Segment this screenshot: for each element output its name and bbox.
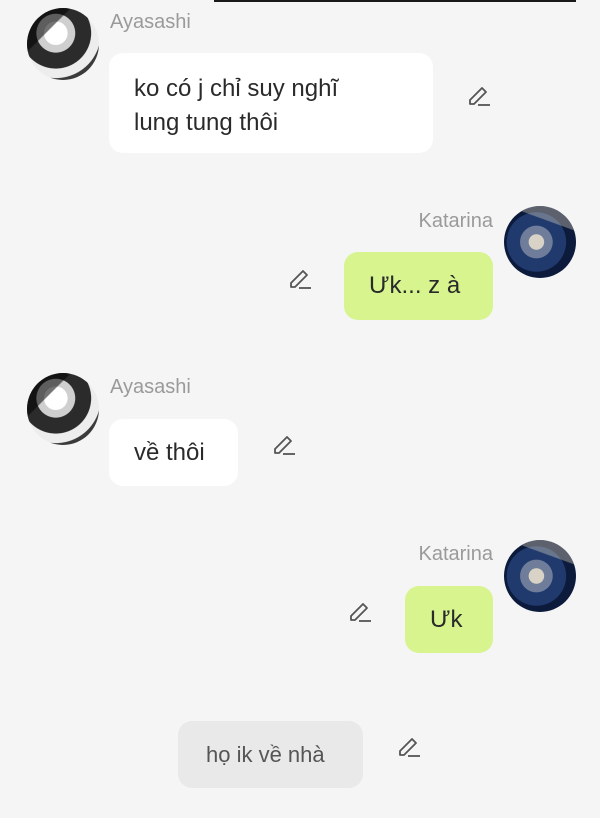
sender-name: Katarina [418, 543, 494, 565]
avatar-ayasashi[interactable] [27, 8, 99, 80]
message-bubble-outgoing[interactable]: Ưk [405, 586, 493, 653]
sender-name: Ayasashi [110, 11, 191, 33]
top-bar-edge [214, 0, 576, 2]
pencil-edit-icon[interactable] [466, 82, 492, 108]
message-text-line: ko có j chỉ suy nghĩ [134, 75, 339, 102]
sender-name: Ayasashi [110, 376, 191, 398]
pencil-edit-icon[interactable] [396, 733, 422, 759]
message-text: họ ik về nhà [206, 742, 325, 767]
message-bubble-incoming[interactable]: về thôi [109, 419, 238, 486]
sender-name: Katarina [418, 210, 494, 232]
message-text-line: lung tung thôi [134, 109, 279, 136]
pencil-edit-icon[interactable] [347, 598, 373, 624]
narration-bubble[interactable]: họ ik về nhà [178, 721, 363, 788]
pencil-edit-icon[interactable] [287, 265, 313, 291]
message-text: Ưk [430, 606, 463, 633]
message-text: Ưk... z à [369, 272, 461, 299]
message-text: về thôi [134, 439, 205, 466]
message-bubble-incoming[interactable]: ko có j chỉ suy nghĩ lung tung thôi [109, 53, 433, 153]
avatar-katarina[interactable] [504, 206, 576, 278]
avatar-katarina[interactable] [504, 540, 576, 612]
avatar-ayasashi[interactable] [27, 373, 99, 445]
message-bubble-outgoing[interactable]: Ưk... z à [344, 252, 493, 320]
pencil-edit-icon[interactable] [271, 431, 297, 457]
